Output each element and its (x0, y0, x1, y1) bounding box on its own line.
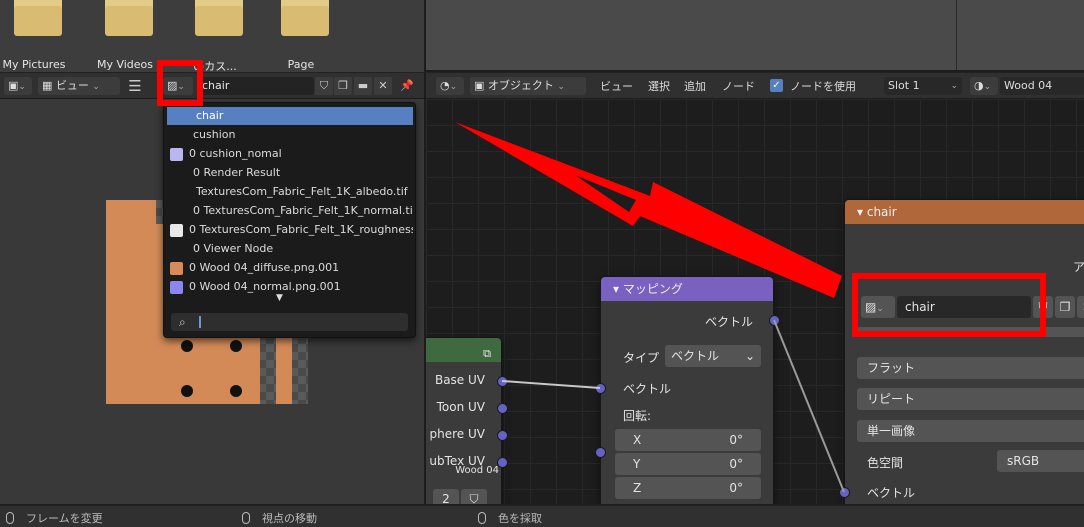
link-uv-to-mapping (501, 380, 601, 389)
status-bar: フレームを変更 視点の移動 色を採取 (0, 505, 1084, 527)
folder-icon (281, 0, 329, 36)
dropdown-item-label: chair (196, 109, 224, 122)
object-mode-dropdown[interactable]: ▣ オブジェクト ⌄ (470, 77, 586, 95)
material-browse-button[interactable]: ◑⌄ (970, 77, 998, 95)
image-name-input[interactable]: chair (198, 77, 314, 95)
image-thumbnail (170, 262, 183, 275)
menu-view[interactable]: ビュー (600, 78, 633, 94)
image-editor-icon: ▣ (8, 79, 19, 92)
mouse-right-icon (478, 512, 486, 524)
folder-icon (105, 0, 153, 36)
slot-label: Slot 1 (888, 79, 920, 92)
mouse-left-icon (6, 512, 14, 524)
editor-type-button[interactable]: ▣⌄ (4, 77, 32, 95)
dropdown-item-label: 0 TexturesCom_Fabric_Felt_1K_normal.tif (193, 204, 413, 217)
node-editor-header: ◔⌄ ▣ オブジェクト ⌄ ビュー 選択 追加 ノード ✓ ノードを使用 Slo… (426, 72, 1084, 98)
view-mode-dropdown[interactable]: ▦ ビュー ⌄ (38, 77, 120, 95)
text-cursor (199, 316, 201, 328)
hole-mark (181, 385, 193, 397)
scroll-down-indicator-icon[interactable]: ▼ (276, 293, 283, 303)
dropdown-item-label: 0 cushion_nomal (189, 147, 282, 160)
view-mode-label: ビュー (55, 79, 89, 92)
file-browser-strip: My Pictures My Videos のカス... Page (0, 0, 424, 72)
mouse-middle-icon (242, 512, 250, 524)
object-icon: ▣ (474, 79, 488, 92)
slot-dropdown[interactable]: Slot 1 ⌄ (884, 77, 962, 95)
open-folder-icon[interactable]: ▬ (354, 77, 372, 95)
dropdown-item[interactable]: 0 TexturesCom_Fabric_Felt_1K_roughness.t… (167, 221, 413, 239)
folder-item[interactable]: My Pictures (0, 0, 79, 72)
search-icon: ⌕ (179, 315, 186, 329)
dropdown-item-label: 0 Wood 04_normal.png.001 (189, 280, 341, 293)
status-hint-middle: 視点の移動 (242, 510, 317, 526)
folder-icon (195, 0, 243, 36)
dropdown-item[interactable]: TexturesCom_Fabric_Felt_1K_albedo.tif (167, 183, 413, 201)
object-mode-label: オブジェクト (487, 79, 554, 92)
dropdown-item[interactable]: 0 cushion_nomal (167, 145, 413, 163)
pin-icon[interactable]: 📌 (398, 77, 416, 95)
image-thumbnail (170, 148, 183, 161)
chevron-down-icon: ⌄ (92, 82, 100, 92)
status-text: 視点の移動 (262, 512, 317, 525)
material-sphere-icon: ◑ (974, 79, 984, 92)
editor-type-button[interactable]: ◔⌄ (436, 77, 464, 95)
link-mapping-to-image (773, 319, 845, 493)
dropdown-item-cushion[interactable]: cushion (167, 126, 413, 144)
dropdown-item[interactable]: 0 TexturesCom_Fabric_Felt_1K_normal.tif (167, 202, 413, 220)
dropdown-item[interactable]: 0 Wood 04_diffuse.png.001 (167, 259, 413, 277)
dropdown-item-label: 0 Render Result (193, 166, 281, 179)
view-icon: ▦ (42, 79, 56, 92)
menu-select[interactable]: 選択 (648, 78, 670, 94)
folder-label: Page (287, 58, 315, 71)
dropdown-item-label: 0 TexturesCom_Fabric_Felt_1K_roughness.t… (189, 223, 413, 236)
dropdown-item[interactable]: 0 Wood 04_normal.png.001 (167, 278, 413, 296)
hole-mark (181, 340, 193, 352)
annotation-highlight-box (852, 273, 1046, 337)
image-thumbnail (170, 224, 183, 237)
status-text: フレームを変更 (26, 512, 103, 525)
image-editor-header: ▣⌄ ▦ ビュー ⌄ ☰ ▨⌄ chair ⛉ ❐ ▬ ✕ 📌 (0, 72, 424, 98)
annotation-highlight-box (157, 60, 203, 106)
status-hint-left: フレームを変更 (6, 510, 103, 526)
dropdown-item-label: cushion (193, 128, 236, 141)
dropdown-item[interactable]: 0 Viewer Node (167, 240, 413, 258)
dropdown-item-label: 0 Wood 04_diffuse.png.001 (189, 261, 340, 274)
node-tree-icon: ◔ (440, 79, 450, 92)
status-hint-right: 色を採取 (478, 510, 542, 526)
fake-user-shield-icon[interactable]: ⛉ (315, 77, 333, 95)
area-divider[interactable] (956, 0, 957, 70)
chevron-down-icon: ⌄ (950, 81, 958, 91)
dropdown-item-label: TexturesCom_Fabric_Felt_1K_albedo.tif (196, 185, 408, 198)
material-name-input[interactable]: Wood 04 (1000, 77, 1084, 95)
folder-label: My Pictures (2, 58, 66, 71)
use-nodes-checkbox[interactable]: ✓ (770, 79, 783, 92)
menu-add[interactable]: 追加 (684, 78, 706, 94)
use-nodes-label: ノードを使用 (790, 80, 856, 93)
image-browse-dropdown: chair cushion 0 cushion_nomal 0 Render R… (163, 102, 416, 338)
menu-node[interactable]: ノード (722, 78, 755, 94)
image-thumbnail (170, 281, 183, 294)
status-text: 色を採取 (498, 512, 542, 525)
hole-mark (230, 340, 242, 352)
folder-item[interactable]: Page (256, 0, 346, 72)
dropdown-item-label: 0 Viewer Node (193, 242, 274, 255)
dropdown-item-chair[interactable]: chair (167, 107, 413, 125)
duplicate-icon[interactable]: ❐ (334, 77, 352, 95)
close-icon[interactable]: ✕ (374, 77, 392, 95)
top-viewport[interactable] (426, 0, 1084, 70)
dropdown-search-input[interactable]: ⌕ (171, 313, 408, 331)
folder-icon (14, 0, 62, 36)
hole-mark (230, 385, 242, 397)
chevron-down-icon: ⌄ (557, 82, 565, 92)
menu-icon[interactable]: ☰ (126, 77, 144, 95)
dropdown-item[interactable]: 0 Render Result (167, 164, 413, 182)
